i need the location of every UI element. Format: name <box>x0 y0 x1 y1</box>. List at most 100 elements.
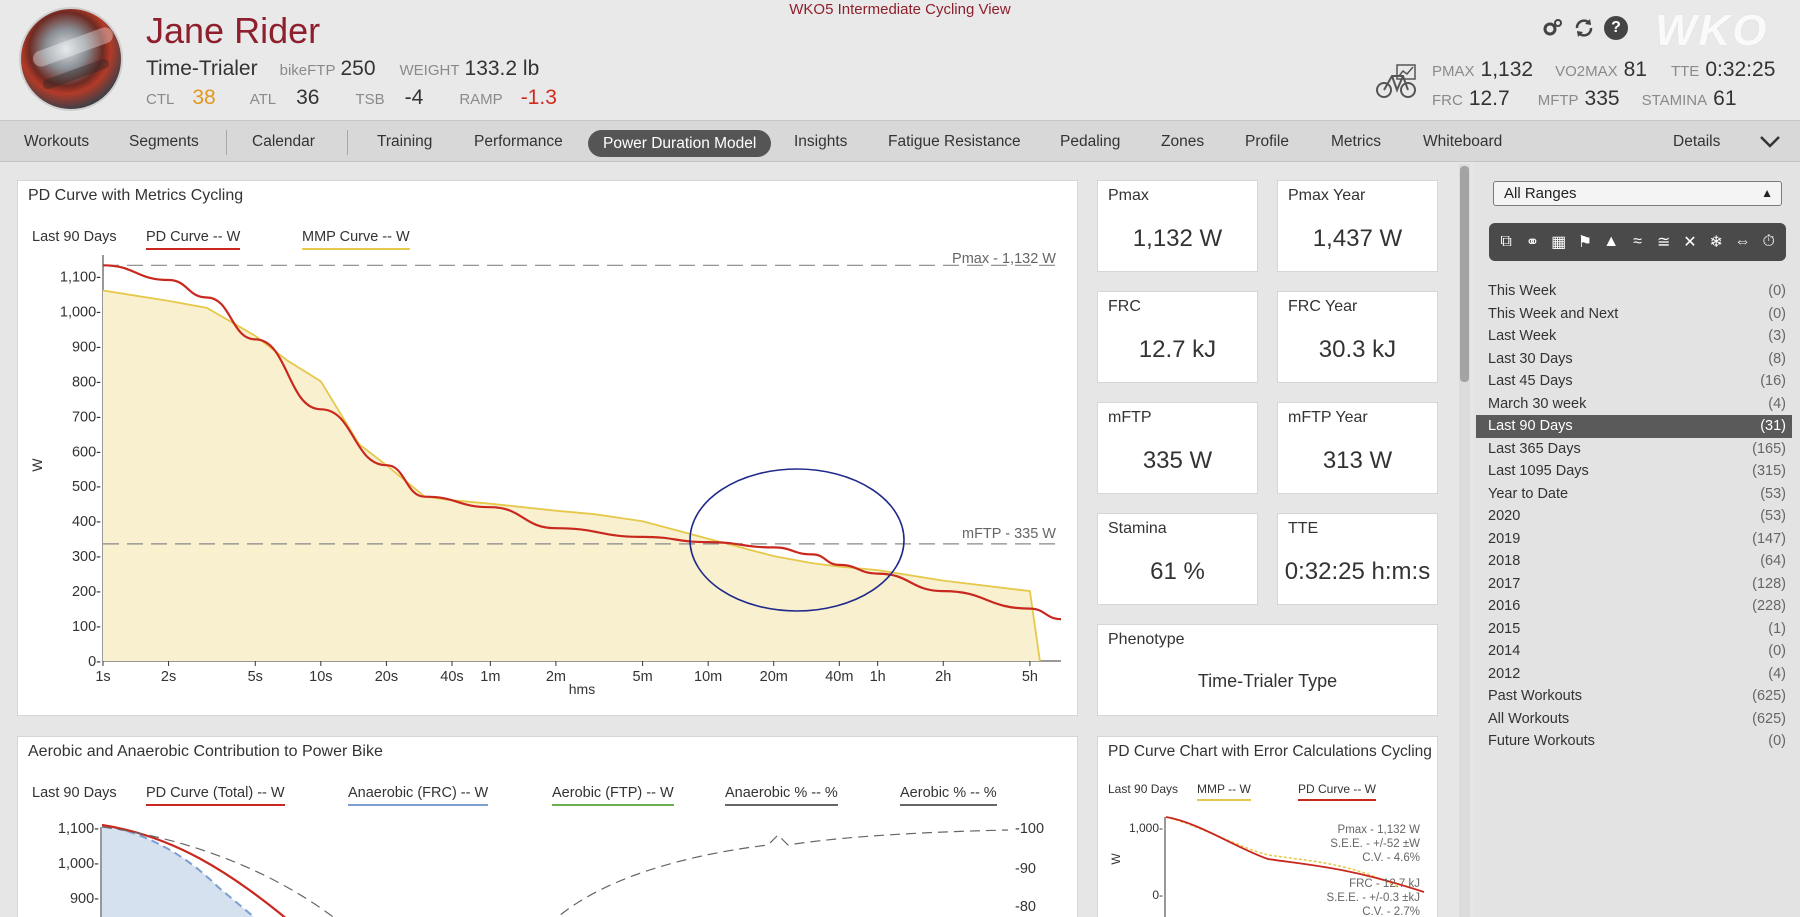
strength-icon[interactable]: ⇔ <box>1732 233 1754 251</box>
range-item[interactable]: 2014 (0) <box>1476 640 1792 663</box>
tab-zones[interactable]: Zones <box>1161 121 1204 163</box>
details-button[interactable]: Details <box>1673 121 1720 163</box>
cycling-icon[interactable]: ⚑ <box>1574 232 1596 252</box>
tab-insights[interactable]: Insights <box>794 121 847 163</box>
y-tick-label: 400- <box>72 514 101 530</box>
range-item-label: Last Week <box>1488 328 1557 344</box>
range-item[interactable]: Last 90 Days (31) <box>1476 415 1792 438</box>
tab-segments[interactable]: Segments <box>129 121 199 163</box>
range-item-count: (625) <box>1752 688 1786 704</box>
swim-icon[interactable]: ≈ <box>1626 233 1648 251</box>
header: WKO5 Intermediate Cycling View Jane Ride… <box>0 0 1800 120</box>
range-item-count: (0) <box>1768 283 1786 299</box>
snowflake-icon[interactable]: ❄ <box>1705 232 1727 252</box>
range-item[interactable]: 2019 (147) <box>1476 528 1792 551</box>
stamina-value: 61 <box>1713 87 1737 110</box>
tab-workouts[interactable]: Workouts <box>24 121 89 163</box>
range-item[interactable]: All Workouts (625) <box>1476 708 1792 731</box>
y-axis: 0- 100- 200- 300- 400- 500- 600- 700- 800- 900- 1,… <box>60 255 104 670</box>
card-pmax-year[interactable]: Pmax Year 1,437 W <box>1277 180 1438 272</box>
range-item[interactable]: This Week (0) <box>1476 280 1792 303</box>
y-tick-label: 600- <box>72 444 101 460</box>
range-item[interactable]: March 30 week (4) <box>1476 393 1792 416</box>
range-item[interactable]: 2012 (4) <box>1476 663 1792 686</box>
range-item[interactable]: This Week and Next (0) <box>1476 303 1792 326</box>
tab-fatigue-resistance[interactable]: Fatigue Resistance <box>888 121 1021 163</box>
tab-whiteboard[interactable]: Whiteboard <box>1423 121 1502 163</box>
range-item-label: Last 45 Days <box>1488 373 1573 389</box>
link-icon[interactable]: ⚭ <box>1521 232 1543 252</box>
card-value: 335 W <box>1142 447 1213 474</box>
y2-tick-label: -100 <box>1015 821 1044 837</box>
range-item[interactable]: Last 1095 Days (315) <box>1476 460 1792 483</box>
card-frc[interactable]: FRC 12.7 kJ <box>1097 291 1258 383</box>
card-value: 313 W <box>1322 447 1393 474</box>
grid-icon[interactable]: ▦ <box>1548 232 1570 252</box>
bike-chart-icon[interactable] <box>1375 62 1419 100</box>
range-item[interactable]: 2020 (53) <box>1476 505 1792 528</box>
athlete-name: Jane Rider <box>146 10 321 51</box>
x-tick-label: 1h <box>870 669 886 685</box>
range-item[interactable]: Last 30 Days (8) <box>1476 348 1792 371</box>
range-item-label: March 30 week <box>1488 395 1587 412</box>
card-pmax[interactable]: Pmax 1,132 W <box>1097 180 1258 272</box>
range-item[interactable]: Last 45 Days (16) <box>1476 370 1792 393</box>
card-mftp[interactable]: mFTP 335 W <box>1097 402 1258 494</box>
tab-calendar[interactable]: Calendar <box>252 121 315 163</box>
pd-curve-chart[interactable]: 0- 100- 200- 300- 400- 500- 600- 700- 800- 900- 1,… <box>18 181 1079 717</box>
range-item[interactable]: 2016 (228) <box>1476 595 1792 618</box>
range-item-count: (64) <box>1760 553 1786 569</box>
tab-metrics[interactable]: Metrics <box>1331 121 1381 163</box>
range-item[interactable]: Year to Date (53) <box>1476 483 1792 506</box>
mmp-curve-area <box>103 290 1040 661</box>
card-frc-year[interactable]: FRC Year 30.3 kJ <box>1277 291 1438 383</box>
tab-training[interactable]: Training <box>377 121 432 163</box>
tab-pedaling[interactable]: Pedaling <box>1060 121 1120 163</box>
card-label: mFTP Year <box>1288 409 1368 426</box>
tab-performance[interactable]: Performance <box>474 121 563 163</box>
card-phenotype[interactable]: Phenotype Time-Trialer Type <box>1097 624 1438 716</box>
copy-icon[interactable]: ⧉ <box>1495 233 1517 251</box>
range-item[interactable]: 2018 (64) <box>1476 550 1792 573</box>
weight-value: 133.2 lb <box>464 57 540 80</box>
range-item[interactable]: Last 365 Days (165) <box>1476 438 1792 461</box>
running-shoe-icon[interactable]: ▲ <box>1600 233 1622 251</box>
tab-power-duration-model[interactable]: Power Duration Model <box>588 130 772 157</box>
refresh-icon[interactable] <box>1572 16 1596 40</box>
range-item[interactable]: 2017 (128) <box>1476 573 1792 596</box>
ctl-label: CTL <box>146 91 175 108</box>
bikeftp-value: 250 <box>340 57 376 80</box>
range-item-count: (8) <box>1768 350 1786 367</box>
card-stamina[interactable]: Stamina 61 % <box>1097 513 1258 605</box>
card-mftp-year[interactable]: mFTP Year 313 W <box>1277 402 1438 494</box>
card-value: 30.3 kJ <box>1318 336 1397 363</box>
range-item[interactable]: Last Week (3) <box>1476 325 1792 348</box>
rowing-icon[interactable]: ≅ <box>1653 232 1675 252</box>
x-tick-label: 5s <box>248 669 263 685</box>
vo2max-label: VO2MAX <box>1555 63 1618 80</box>
stopwatch-icon[interactable]: ⏱ <box>1758 233 1780 251</box>
aerobic-anaerobic-chart[interactable]: 1,100- 1,000- 900- -100 -90 -80 <box>18 737 1079 917</box>
ski-icon[interactable]: ✕ <box>1679 232 1701 252</box>
chevron-down-icon[interactable] <box>1758 132 1782 152</box>
range-item-label: Last 90 Days <box>1488 418 1573 434</box>
pd-error-chart[interactable]: 1,000- 0- W Pmax - 1,132 W S.E.E. - +/-5… <box>1098 737 1439 917</box>
range-item-label: 2015 <box>1488 620 1521 637</box>
scrollbar-thumb[interactable] <box>1460 166 1469 382</box>
y-tick-label: 900- <box>72 339 101 355</box>
tab-profile[interactable]: Profile <box>1245 121 1289 163</box>
range-item[interactable]: Past Workouts (625) <box>1476 685 1792 708</box>
card-tte[interactable]: TTE 0:32:25 h:m:s <box>1277 513 1438 605</box>
range-item[interactable]: Future Workouts (0) <box>1476 730 1792 753</box>
avatar[interactable] <box>19 7 123 111</box>
range-select[interactable]: All Ranges ▲︎ <box>1493 181 1782 206</box>
range-item-count: (31) <box>1760 418 1786 434</box>
weight-label: WEIGHT <box>399 62 460 79</box>
help-icon[interactable]: ? <box>1604 16 1628 40</box>
mftp-value: 335 <box>1584 87 1620 110</box>
range-item[interactable]: 2015 (1) <box>1476 618 1792 641</box>
nav-divider <box>347 130 348 155</box>
range-item-label: Year to Date <box>1488 485 1569 502</box>
range-item-count: (16) <box>1760 373 1786 389</box>
gear-icon[interactable] <box>1540 16 1564 40</box>
